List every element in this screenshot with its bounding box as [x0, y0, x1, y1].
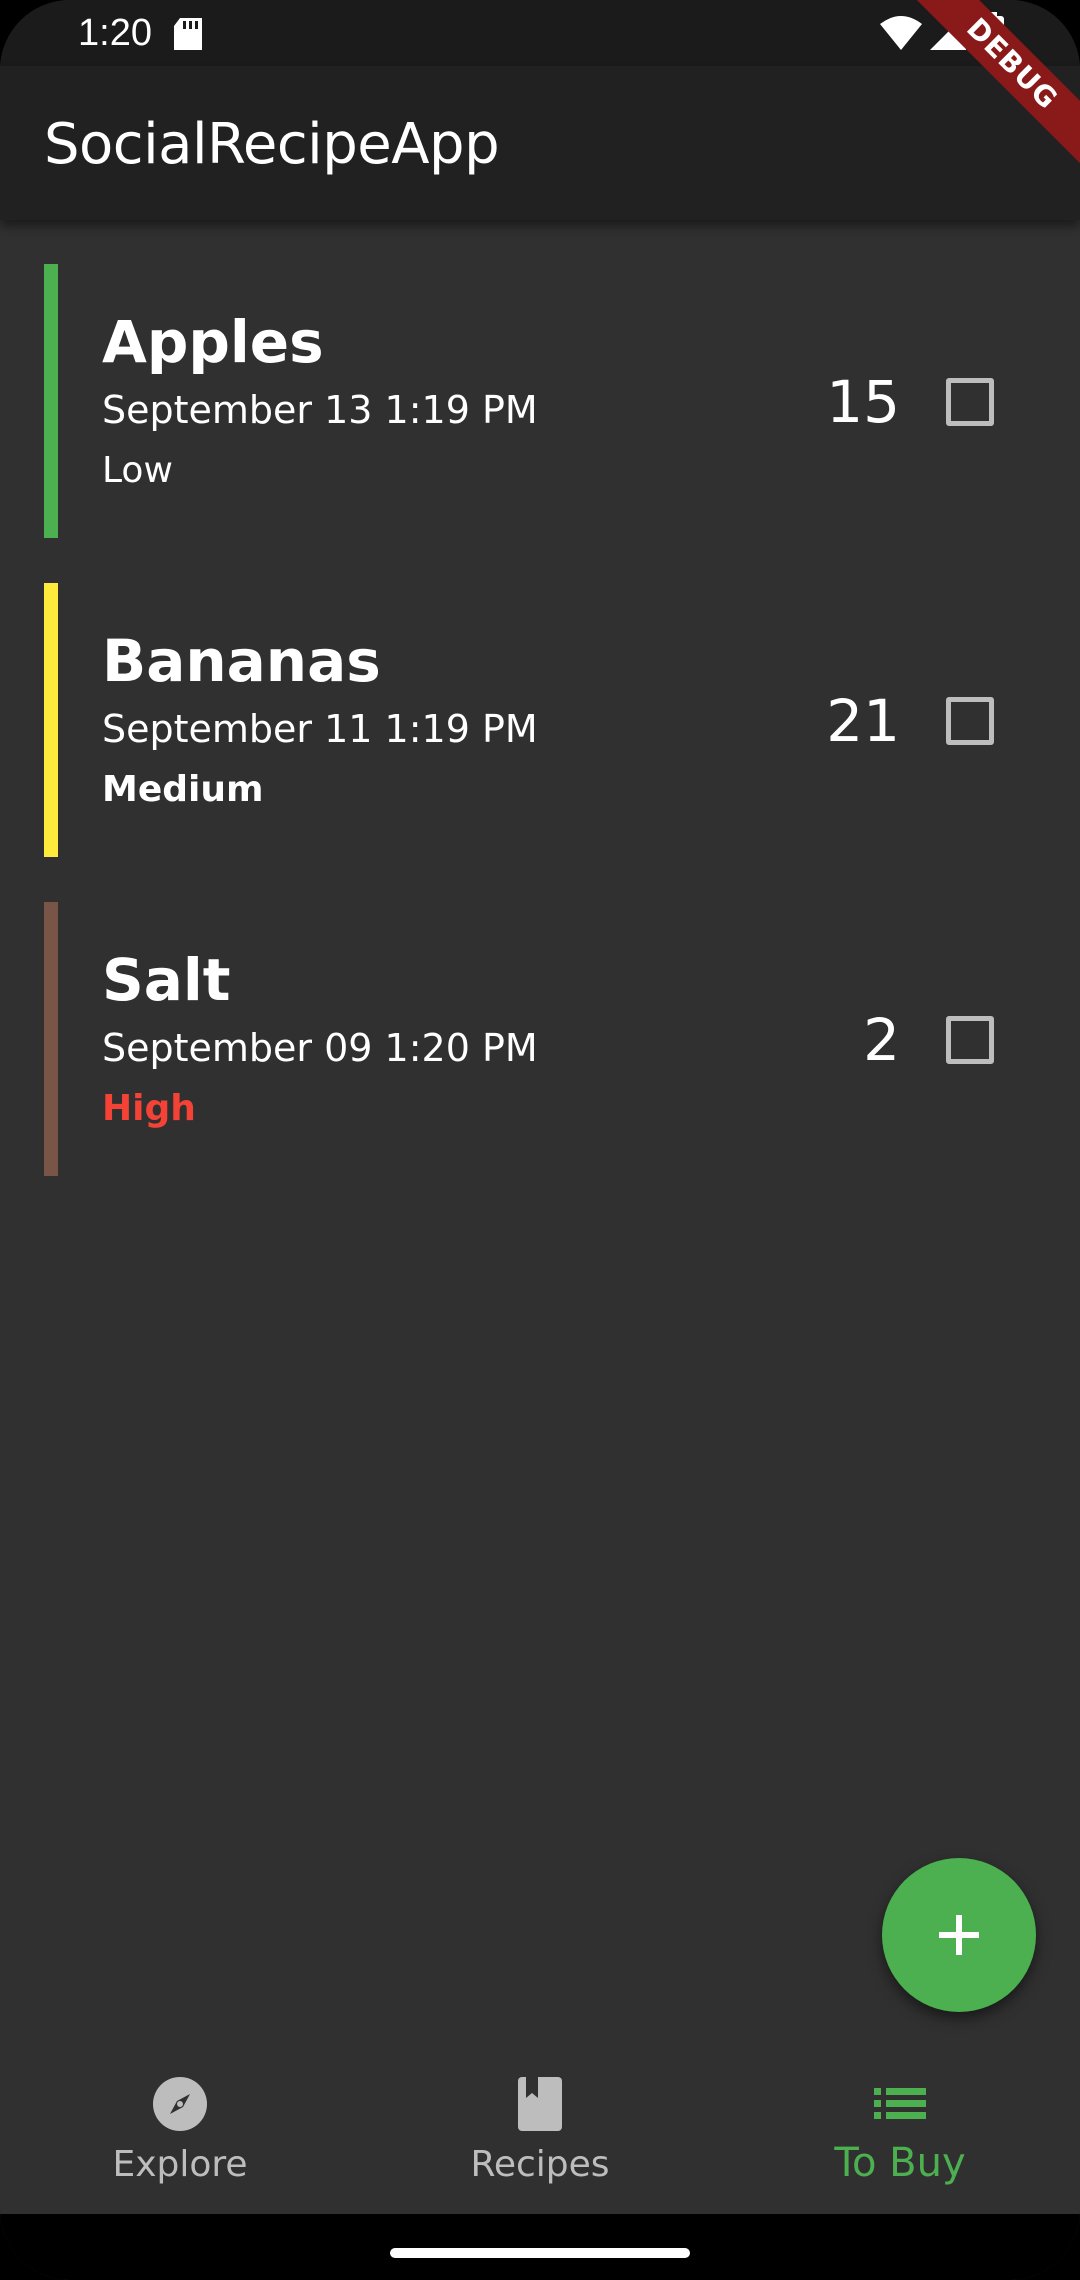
grocery-item-bananas[interactable]: Bananas September 11 1:19 PM Medium 21	[0, 583, 1080, 857]
status-bar: 1:20	[0, 0, 1080, 66]
item-quantity: 21	[826, 687, 900, 755]
gesture-handle[interactable]	[390, 2248, 690, 2258]
nav-to-buy[interactable]: To Buy	[720, 2040, 1080, 2214]
grocery-item-salt[interactable]: Salt September 09 1:20 PM High 2	[0, 902, 1080, 1176]
item-name: Salt	[102, 946, 231, 1014]
item-color-bar	[44, 902, 58, 1176]
item-quantity: 15	[826, 368, 900, 436]
item-quantity: 2	[863, 1006, 900, 1074]
item-checkbox[interactable]	[946, 1016, 994, 1064]
status-time: 1:20	[78, 12, 152, 54]
item-date: September 09 1:20 PM	[102, 1026, 538, 1070]
grocery-item-apples[interactable]: Apples September 13 1:19 PM Low 15	[0, 264, 1080, 538]
item-name: Bananas	[102, 627, 381, 695]
sd-card-icon	[174, 18, 202, 50]
book-icon	[518, 2077, 562, 2131]
nav-label: Explore	[112, 2144, 248, 2185]
item-date: September 11 1:19 PM	[102, 707, 538, 751]
item-color-bar	[44, 264, 58, 538]
item-checkbox[interactable]	[946, 378, 994, 426]
item-date: September 13 1:19 PM	[102, 388, 538, 432]
nav-label: Recipes	[470, 2144, 610, 2185]
nav-label: To Buy	[834, 2140, 966, 2186]
bottom-navigation: Explore Recipes To Buy	[0, 2040, 1080, 2214]
item-color-bar	[44, 583, 58, 857]
item-priority: Medium	[102, 769, 264, 810]
nav-recipes[interactable]: Recipes	[360, 2040, 720, 2214]
gesture-navigation-area	[0, 2214, 1080, 2280]
item-name: Apples	[102, 308, 324, 376]
compass-icon	[153, 2077, 207, 2131]
grocery-list: Apples September 13 1:19 PM Low 15 Banan…	[0, 264, 1080, 1221]
plus-icon	[939, 1915, 979, 1955]
nav-explore[interactable]: Explore	[0, 2040, 360, 2214]
phone-screen: 1:20 SocialRecipeApp DEBUG Apples Septem…	[0, 0, 1080, 2280]
add-item-button[interactable]	[882, 1858, 1036, 2012]
app-title: SocialRecipeApp	[44, 112, 500, 177]
app-bar: SocialRecipeApp	[0, 66, 1080, 220]
wifi-icon	[880, 16, 922, 50]
item-priority: High	[102, 1088, 196, 1129]
item-checkbox[interactable]	[946, 697, 994, 745]
item-priority: Low	[102, 450, 173, 491]
list-icon	[874, 2088, 926, 2119]
